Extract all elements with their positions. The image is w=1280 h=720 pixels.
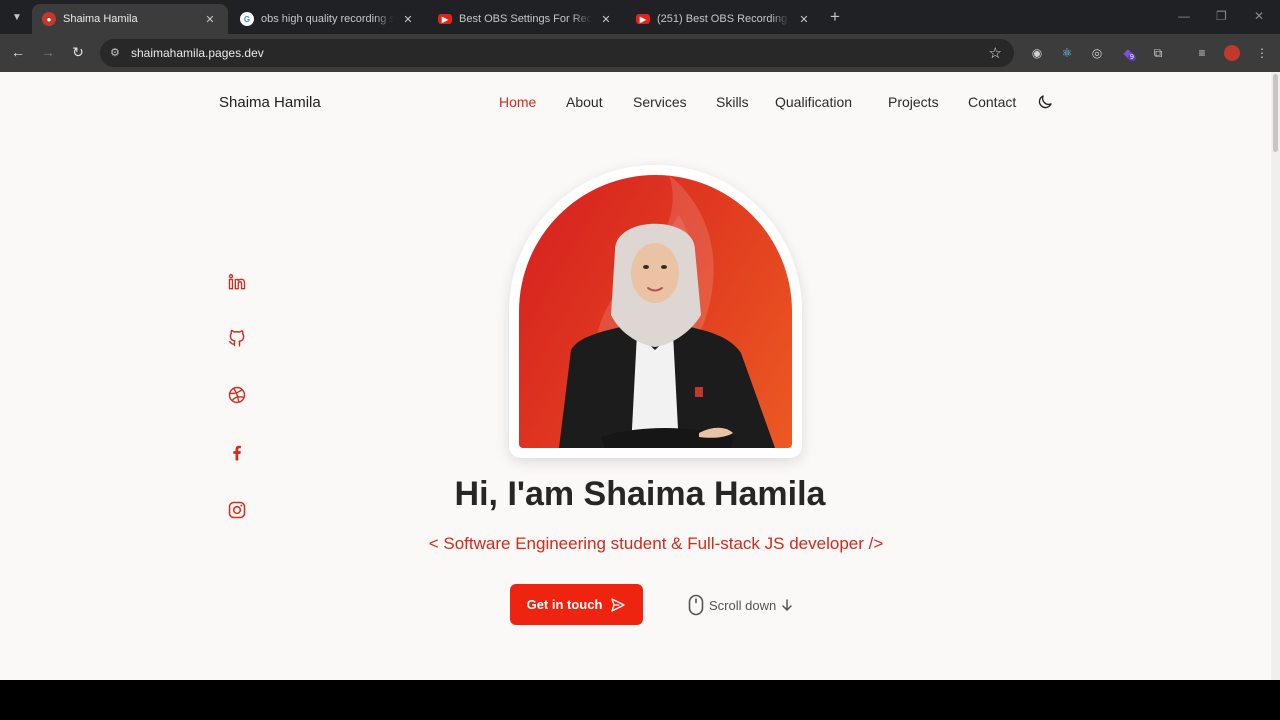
forward-icon[interactable]: → xyxy=(39,44,57,60)
profile-photo xyxy=(519,175,792,448)
site-info-icon[interactable]: ⚙ xyxy=(110,46,124,60)
scroll-down-link[interactable]: Scroll down xyxy=(688,594,792,616)
bookmark-star-icon[interactable]: ☆ xyxy=(989,44,1002,62)
profile-favicon-icon: ● xyxy=(42,12,56,26)
linkedin-icon[interactable] xyxy=(227,272,247,292)
get-in-touch-button[interactable]: Get in touch xyxy=(510,584,643,625)
extension-badge-count: 9 xyxy=(1128,54,1136,61)
close-tab-icon[interactable]: ✕ xyxy=(202,13,218,26)
address-bar[interactable]: ⚙ shaimahamila.pages.dev ☆ xyxy=(100,39,1014,67)
youtube-favicon-icon: ▶ xyxy=(636,14,650,24)
profile-avatar-icon[interactable] xyxy=(1224,45,1240,61)
github-icon[interactable] xyxy=(227,328,247,348)
media-controls-icon[interactable]: ≡ xyxy=(1194,45,1210,61)
portfolio-page: Shaima Hamila Home About Services Skills… xyxy=(0,72,1280,680)
page-scrollbar[interactable] xyxy=(1271,72,1280,680)
portrait-illustration xyxy=(559,175,775,448)
new-tab-button[interactable]: + xyxy=(830,7,840,27)
scroll-down-label: Scroll down xyxy=(709,597,777,613)
nav-qualification[interactable]: Qualification xyxy=(775,94,852,110)
tab-title: (251) Best OBS Recording Setti xyxy=(657,13,790,25)
nav-skills[interactable]: Skills xyxy=(716,94,749,110)
extensions-puzzle-icon[interactable]: ⧉ xyxy=(1150,45,1166,61)
close-tab-icon[interactable]: ✕ xyxy=(598,13,614,26)
nav-home[interactable]: Home xyxy=(499,94,536,110)
tab-youtube-1[interactable]: ▶ Best OBS Settings For Recording ✕ xyxy=(428,4,624,34)
browser-toolbar: ← → ↻ ⚙ shaimahamila.pages.dev ☆ ◉ ⚛ ◎ ◆… xyxy=(0,34,1280,72)
reload-icon[interactable]: ↻ xyxy=(69,44,87,61)
hero-tagline: < Software Engineering student & Full-st… xyxy=(428,534,884,553)
site-logo[interactable]: Shaima Hamila xyxy=(219,94,321,111)
nav-services[interactable]: Services xyxy=(633,94,687,110)
facebook-icon[interactable] xyxy=(227,443,247,463)
hero-headline: Hi, I'am Shaima Hamila xyxy=(454,475,826,513)
arrow-down-icon xyxy=(782,599,792,611)
back-icon[interactable]: ← xyxy=(9,44,27,60)
browser-menu-icon[interactable]: ⋮ xyxy=(1254,45,1270,61)
tab-title: Best OBS Settings For Recording xyxy=(459,13,592,25)
get-in-touch-label: Get in touch xyxy=(526,597,603,612)
tab-title: obs high quality recording setti xyxy=(261,13,394,25)
nav-about[interactable]: About xyxy=(566,94,603,110)
react-devtools-icon[interactable]: ⚛ xyxy=(1059,45,1075,61)
url-text[interactable]: shaimahamila.pages.dev xyxy=(131,46,264,60)
nav-contact[interactable]: Contact xyxy=(968,94,1016,110)
tab-youtube-2[interactable]: ▶ (251) Best OBS Recording Setti ✕ xyxy=(626,4,822,34)
send-icon xyxy=(611,597,626,612)
minimize-icon[interactable]: — xyxy=(1178,9,1190,23)
mouse-icon xyxy=(688,594,704,616)
close-window-icon[interactable]: ✕ xyxy=(1254,9,1264,23)
google-favicon-icon: G xyxy=(240,12,254,26)
youtube-favicon-icon: ▶ xyxy=(438,14,452,24)
profile-photo-frame xyxy=(509,165,802,458)
extension-owl-icon[interactable]: ◉ xyxy=(1029,45,1045,61)
tab-shaima-hamila[interactable]: ● Shaima Hamila ✕ xyxy=(32,4,228,34)
tab-strip: ▼ ● Shaima Hamila ✕ G obs high quality r… xyxy=(0,0,1280,34)
restore-icon[interactable]: ❐ xyxy=(1216,9,1227,23)
tab-title: Shaima Hamila xyxy=(63,13,138,25)
extension-target-icon[interactable]: ◎ xyxy=(1089,45,1105,61)
close-tab-icon[interactable]: ✕ xyxy=(796,13,812,26)
tab-google-search[interactable]: G obs high quality recording setti ✕ xyxy=(230,4,426,34)
os-taskbar xyxy=(0,680,1280,720)
dribbble-icon[interactable] xyxy=(227,385,247,405)
extension-badge-icon[interactable]: ◆ 9 xyxy=(1120,45,1136,61)
close-tab-icon[interactable]: ✕ xyxy=(400,13,416,26)
nav-projects[interactable]: Projects xyxy=(888,94,939,110)
dark-mode-moon-icon[interactable] xyxy=(1036,93,1054,111)
tab-search-button[interactable]: ▼ xyxy=(6,6,28,28)
